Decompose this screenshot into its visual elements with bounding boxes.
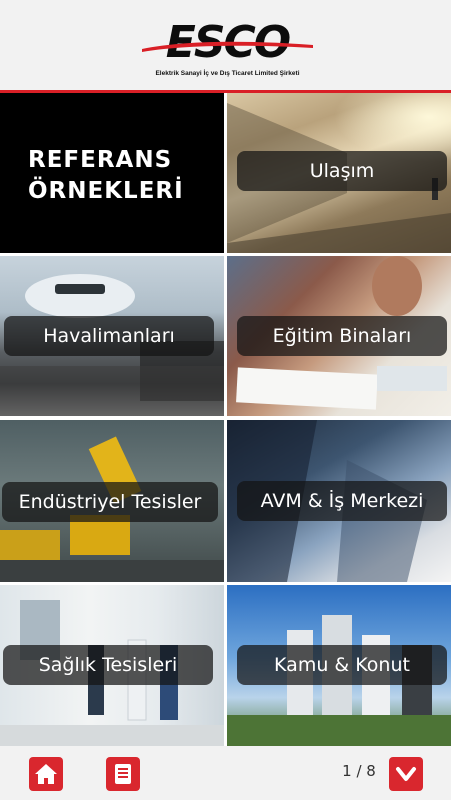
home-button[interactable] xyxy=(29,757,63,791)
tile-label-avm-is-merkezi: AVM & İş Merkezi xyxy=(237,481,447,521)
tile-kamu-konut[interactable]: Kamu & Konut xyxy=(227,585,451,746)
chevron-down-icon xyxy=(396,767,416,781)
document-menu-icon xyxy=(115,764,131,784)
next-page-button[interactable] xyxy=(389,757,423,791)
home-icon xyxy=(35,764,57,784)
tile-avm-is-merkezi[interactable]: AVM & İş Merkezi xyxy=(227,420,451,582)
logo-swoosh xyxy=(142,41,313,52)
page-title: REFERANS ÖRNEKLERİ xyxy=(28,145,184,207)
tile-egitim-binalari[interactable]: Eğitim Binaları xyxy=(227,256,451,416)
tile-havalimanlari[interactable]: Havalimanları xyxy=(0,256,224,416)
tile-label-saglik-tesisleri: Sağlık Tesisleri xyxy=(3,645,213,685)
tile-label-egitim-binalari: Eğitim Binaları xyxy=(237,316,447,356)
page-title-line1: REFERANS xyxy=(28,147,173,173)
tile-label-ulasim: Ulaşım xyxy=(237,151,447,191)
page-indicator: 1 / 8 xyxy=(342,762,376,780)
page-title-line2: ÖRNEKLERİ xyxy=(28,178,184,204)
esco-logo: ESCO Elektrik Sanayi İç ve Dış Ticaret L… xyxy=(140,21,315,82)
tile-label-endustriyel-tesisler: Endüstriyel Tesisler xyxy=(2,482,218,522)
logo-subtitle: Elektrik Sanayi İç ve Dış Ticaret Limite… xyxy=(155,70,300,77)
app-header: ESCO Elektrik Sanayi İç ve Dış Ticaret L… xyxy=(0,0,451,93)
title-tile: REFERANS ÖRNEKLERİ xyxy=(0,93,224,253)
app-footer xyxy=(0,746,451,800)
tile-saglik-tesisleri[interactable]: Sağlık Tesisleri xyxy=(0,585,224,746)
menu-button[interactable] xyxy=(106,757,140,791)
tile-ulasim[interactable]: Ulaşım xyxy=(227,93,451,253)
tile-label-kamu-konut: Kamu & Konut xyxy=(237,645,447,685)
tile-endustriyel-tesisler[interactable]: Endüstriyel Tesisler xyxy=(0,420,224,582)
tile-label-havalimanlari: Havalimanları xyxy=(4,316,214,356)
